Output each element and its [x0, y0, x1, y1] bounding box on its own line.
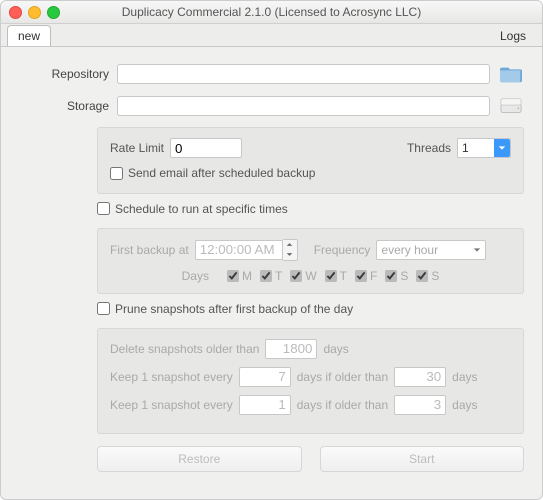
schedule-panel: First backup at Frequency every hour Day… — [97, 228, 524, 294]
schedule-input[interactable] — [97, 202, 110, 215]
tab-new[interactable]: new — [7, 25, 51, 46]
keep1-post: days — [452, 370, 477, 384]
main-content: Repository Storage Rate Limit Threads 1 — [1, 47, 542, 488]
keep1-pre: Keep 1 snapshot every — [110, 370, 233, 384]
window-title: Duplicacy Commercial 2.1.0 (Licensed to … — [1, 5, 542, 19]
threads-value: 1 — [462, 141, 469, 155]
keep2-older-input[interactable] — [394, 395, 446, 415]
prune-input[interactable] — [97, 302, 110, 315]
options-panel: Rate Limit Threads 1 Send email after sc… — [97, 127, 524, 194]
keep2-pre: Keep 1 snapshot every — [110, 398, 233, 412]
frequency-label: Frequency — [314, 243, 371, 257]
repository-label: Repository — [19, 67, 117, 81]
frequency-select[interactable]: every hour — [376, 240, 486, 260]
keep1-mid: days if older than — [297, 370, 388, 384]
frequency-value: every hour — [381, 243, 438, 257]
delete-older-input[interactable] — [265, 339, 317, 359]
prune-label: Prune snapshots after first backup of th… — [115, 302, 353, 316]
storage-label: Storage — [19, 99, 117, 113]
tab-logs[interactable]: Logs — [490, 26, 536, 46]
window-controls — [9, 6, 60, 19]
day-tue[interactable]: T — [260, 269, 282, 283]
action-buttons: Restore Start — [97, 446, 524, 472]
storage-input[interactable] — [117, 96, 490, 116]
first-backup-time[interactable] — [195, 239, 298, 261]
day-sat[interactable]: S — [385, 269, 408, 283]
time-stepper[interactable] — [283, 239, 298, 261]
rate-limit-label: Rate Limit — [110, 141, 164, 155]
keep1-older-input[interactable] — [394, 367, 446, 387]
close-icon[interactable] — [9, 6, 22, 19]
zoom-icon[interactable] — [47, 6, 60, 19]
browse-storage-button[interactable] — [498, 95, 524, 117]
minimize-icon[interactable] — [28, 6, 41, 19]
chevron-down-icon — [494, 139, 510, 157]
start-button[interactable]: Start — [320, 446, 525, 472]
first-backup-input[interactable] — [195, 240, 283, 260]
send-email-checkbox[interactable]: Send email after scheduled backup — [110, 166, 315, 180]
day-thu[interactable]: T — [325, 269, 347, 283]
browse-repository-button[interactable] — [498, 63, 524, 85]
rate-limit-input[interactable] — [170, 138, 242, 158]
threads-select[interactable]: 1 — [457, 138, 511, 158]
prune-panel: Delete snapshots older than days Keep 1 … — [97, 328, 524, 434]
day-sun[interactable]: S — [416, 269, 439, 283]
send-email-label: Send email after scheduled backup — [128, 166, 315, 180]
day-fri[interactable]: F — [355, 269, 377, 283]
schedule-label: Schedule to run at specific times — [115, 202, 288, 216]
delete-older-unit: days — [323, 342, 348, 356]
tab-bar: new Logs — [1, 24, 542, 47]
day-mon[interactable]: M — [227, 269, 252, 283]
send-email-input[interactable] — [110, 167, 123, 180]
delete-older-label: Delete snapshots older than — [110, 342, 259, 356]
repository-input[interactable] — [117, 64, 490, 84]
first-backup-label: First backup at — [110, 243, 189, 257]
keep2-post: days — [452, 398, 477, 412]
keep1-every-input[interactable] — [239, 367, 291, 387]
title-bar: Duplicacy Commercial 2.1.0 (Licensed to … — [1, 1, 542, 24]
days-row: Days M T W T F S S — [110, 269, 511, 283]
chevron-up-icon[interactable] — [283, 240, 297, 250]
keep2-mid: days if older than — [297, 398, 388, 412]
chevron-down-icon — [469, 241, 485, 259]
prune-checkbox[interactable]: Prune snapshots after first backup of th… — [97, 302, 353, 316]
restore-button[interactable]: Restore — [97, 446, 302, 472]
day-wed[interactable]: W — [290, 269, 316, 283]
threads-label: Threads — [407, 141, 451, 155]
app-window: Duplicacy Commercial 2.1.0 (Licensed to … — [0, 0, 543, 500]
keep2-every-input[interactable] — [239, 395, 291, 415]
chevron-down-icon[interactable] — [283, 250, 297, 260]
schedule-checkbox[interactable]: Schedule to run at specific times — [97, 202, 288, 216]
days-label: Days — [182, 269, 209, 283]
